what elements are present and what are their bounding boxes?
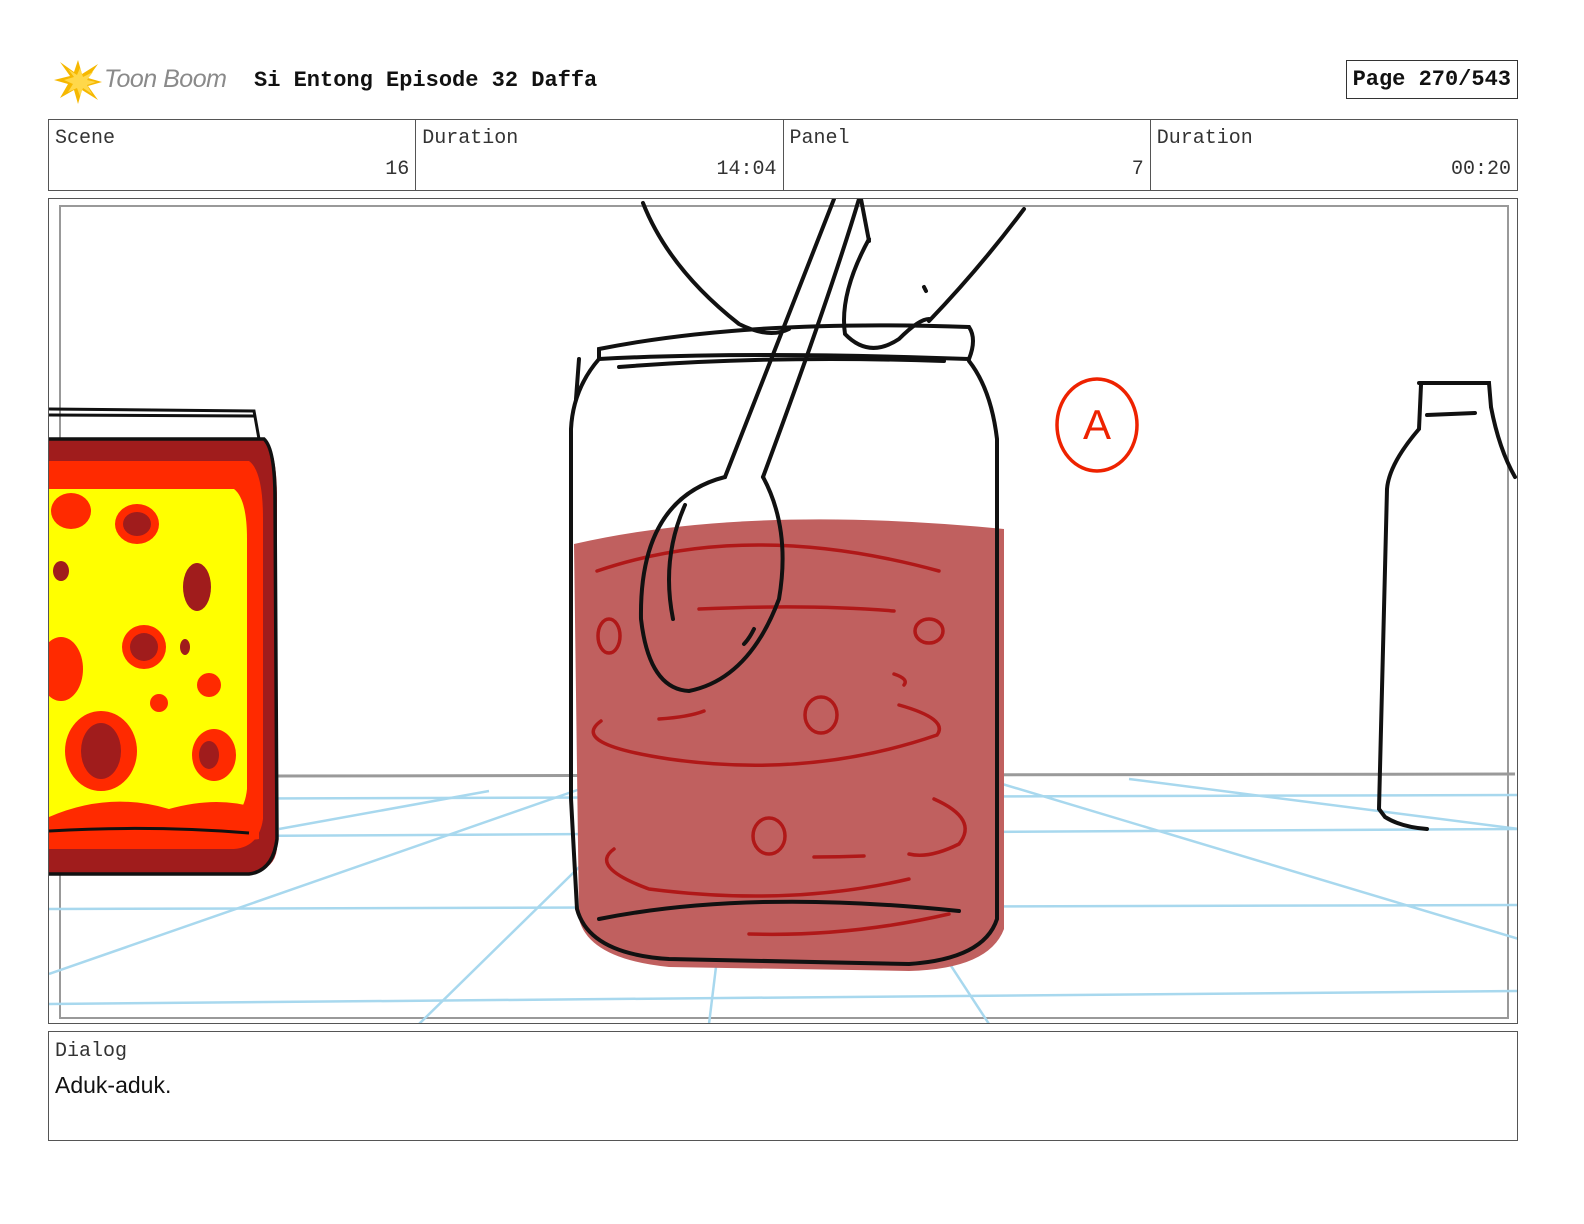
bottle [1376, 381, 1517, 831]
logo-text: Toon Boom [104, 65, 227, 93]
scene-duration-cell: Duration 14:04 [416, 120, 784, 190]
annotation-mark: A [1055, 377, 1139, 473]
storyboard-panel: A [48, 198, 1518, 1024]
scene-duration-label: Duration [422, 127, 519, 150]
scene-duration-value: 14:04 [716, 158, 777, 181]
page-header: Toon Boom Si Entong Episode 32 Daffa Pag… [52, 56, 1532, 106]
toon-boom-logo: Toon Boom [52, 56, 242, 106]
scene-info-table: Scene 16 Duration 14:04 Panel 7 Duration… [48, 119, 1518, 191]
scene-label: Scene [55, 127, 116, 150]
panel-duration-label: Duration [1156, 127, 1253, 150]
scene-cell: Scene 16 [49, 120, 417, 190]
panel-cell: Panel 7 [784, 120, 1151, 190]
panel-value: 7 [1131, 158, 1144, 181]
dialog-label: Dialog [55, 1040, 128, 1063]
dialog-box: Dialog Aduk-aduk. [48, 1031, 1518, 1141]
panel-duration-value: 00:20 [1450, 158, 1511, 181]
chili-jar [49, 407, 279, 876]
page-number: Page 270/543 [1345, 60, 1518, 99]
panel-drawing: A [49, 199, 1517, 1023]
panel-duration-cell: Duration 00:20 [1151, 120, 1517, 190]
sauce-jar [569, 199, 1026, 971]
panel-label: Panel [789, 127, 850, 150]
scene-value: 16 [385, 158, 410, 181]
starburst-icon [54, 60, 102, 104]
dialog-text: Aduk-aduk. [55, 1072, 172, 1098]
annotation-letter: A [1083, 401, 1111, 448]
document-title: Si Entong Episode 32 Daffa [254, 68, 598, 93]
